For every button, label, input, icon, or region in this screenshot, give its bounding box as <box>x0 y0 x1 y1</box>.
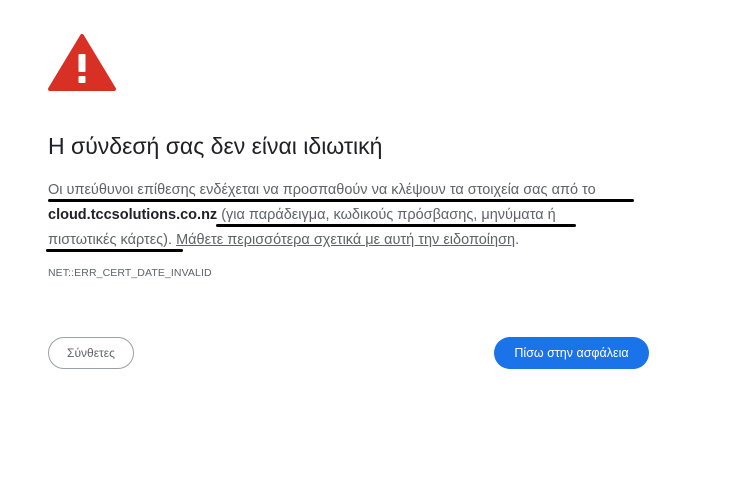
message-example-part2: πιστωτικές κάρτες). <box>48 232 173 248</box>
annotation-underline-2 <box>216 224 576 227</box>
advanced-button[interactable]: Σύνθετες <box>48 337 134 369</box>
page-title: Η σύνδεσή σας δεν είναι ιδιωτική <box>48 133 383 159</box>
domain-name: cloud.tccsolutions.co.nz <box>48 207 218 223</box>
learn-more-link[interactable]: Μάθετε περισσότερα σχετικά με αυτή την ε… <box>176 232 515 248</box>
annotation-underline-1 <box>48 199 634 202</box>
message-example-part1: (για παράδειγμα, κωδικούς πρόσβασης, μην… <box>217 207 556 223</box>
message-end-period: . <box>515 232 520 248</box>
annotation-underline-3 <box>46 249 183 252</box>
error-code: NET::ERR_CERT_DATE_INVALID <box>48 267 212 279</box>
warning-triangle-icon <box>48 34 116 91</box>
warning-message: Οι υπεύθυνοι επίθεσης ενδέχεται να προσπ… <box>48 178 648 253</box>
back-to-safety-button[interactable]: Πίσω στην ασφάλεια <box>494 337 649 369</box>
